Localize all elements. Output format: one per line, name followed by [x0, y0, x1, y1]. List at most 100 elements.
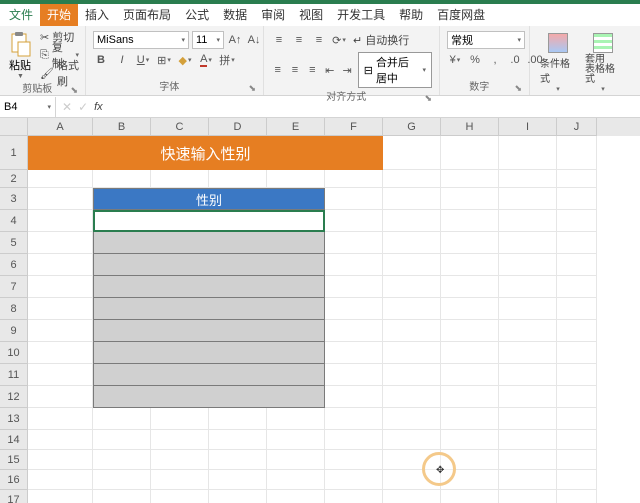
row-header-10[interactable]: 10 — [0, 342, 28, 364]
cell-J4[interactable] — [557, 210, 597, 232]
cell-B14[interactable] — [93, 430, 151, 450]
comma-icon[interactable]: , — [487, 52, 503, 68]
cell-G2[interactable] — [383, 170, 441, 188]
cell-H2[interactable] — [441, 170, 499, 188]
cell-J10[interactable] — [557, 342, 597, 364]
cell-G17[interactable] — [383, 490, 441, 503]
row-header-6[interactable]: 6 — [0, 254, 28, 276]
col-header-C[interactable]: C — [151, 118, 209, 136]
cell-H14[interactable] — [441, 430, 499, 450]
select-all-corner[interactable] — [0, 118, 28, 136]
cell-A5[interactable] — [28, 232, 93, 254]
cell-G5[interactable] — [383, 232, 441, 254]
cell-H5[interactable] — [441, 232, 499, 254]
indent-dec-icon[interactable]: ⇤ — [323, 62, 336, 78]
menu-file[interactable]: 文件 — [2, 4, 40, 26]
row-header-1[interactable]: 1 — [0, 136, 28, 170]
cell-J16[interactable] — [557, 470, 597, 490]
indent-inc-icon[interactable]: ⇥ — [340, 62, 353, 78]
align-bottom-icon[interactable]: ≡ — [311, 32, 327, 48]
wrap-text-button[interactable]: ↵自动换行 — [351, 31, 411, 49]
cell-H10[interactable] — [441, 342, 499, 364]
merge-center-button[interactable]: ⊟合并后居中▾ — [358, 52, 432, 88]
cell-J1[interactable] — [557, 136, 597, 170]
col-header-H[interactable]: H — [441, 118, 499, 136]
underline-button[interactable]: U▾ — [135, 52, 151, 68]
row-header-2[interactable]: 2 — [0, 170, 28, 188]
cell-F6[interactable] — [325, 254, 383, 276]
cell-G3[interactable] — [383, 188, 441, 210]
menu-view[interactable]: 视图 — [292, 4, 330, 26]
border-button[interactable]: ⊞▾ — [156, 52, 172, 68]
cell-J14[interactable] — [557, 430, 597, 450]
cell-F8[interactable] — [325, 298, 383, 320]
cell-C17[interactable] — [151, 490, 209, 503]
cancel-icon[interactable]: ✕ — [62, 100, 72, 114]
cell-D14[interactable] — [209, 430, 267, 450]
col-header-E[interactable]: E — [267, 118, 325, 136]
cell-F11[interactable] — [325, 364, 383, 386]
cell-I8[interactable] — [499, 298, 557, 320]
cell-A2[interactable] — [28, 170, 93, 188]
cell-J12[interactable] — [557, 386, 597, 408]
row-header-16[interactable]: 16 — [0, 470, 28, 490]
row-header-13[interactable]: 13 — [0, 408, 28, 430]
cell-D16[interactable] — [209, 470, 267, 490]
active-cell[interactable] — [93, 210, 325, 232]
cell-D15[interactable] — [209, 450, 267, 470]
cell-C13[interactable] — [151, 408, 209, 430]
accept-icon[interactable]: ✓ — [78, 100, 88, 114]
cell-G14[interactable] — [383, 430, 441, 450]
font-family-select[interactable]: MiSans▾ — [93, 31, 189, 49]
col-header-G[interactable]: G — [383, 118, 441, 136]
table-body-row-9[interactable] — [93, 320, 325, 342]
cell-I17[interactable] — [499, 490, 557, 503]
cell-C14[interactable] — [151, 430, 209, 450]
number-format-select[interactable]: 常规▾ — [447, 31, 525, 49]
cell-A9[interactable] — [28, 320, 93, 342]
menu-help[interactable]: 帮助 — [392, 4, 430, 26]
cell-H1[interactable] — [441, 136, 499, 170]
row-header-14[interactable]: 14 — [0, 430, 28, 450]
cell-J5[interactable] — [557, 232, 597, 254]
col-header-B[interactable]: B — [93, 118, 151, 136]
table-body-row-8[interactable] — [93, 298, 325, 320]
cell-I1[interactable] — [499, 136, 557, 170]
col-header-J[interactable]: J — [557, 118, 597, 136]
cell-G6[interactable] — [383, 254, 441, 276]
row-header-3[interactable]: 3 — [0, 188, 28, 210]
col-header-F[interactable]: F — [325, 118, 383, 136]
name-box[interactable]: B4▾ — [0, 97, 56, 117]
cell-H8[interactable] — [441, 298, 499, 320]
banner-merged-cell[interactable]: 快速输入性别 — [28, 136, 383, 170]
cell-G1[interactable] — [383, 136, 441, 170]
percent-icon[interactable]: % — [467, 52, 483, 68]
table-body-row-6[interactable] — [93, 254, 325, 276]
cell-C15[interactable] — [151, 450, 209, 470]
cell-E13[interactable] — [267, 408, 325, 430]
cell-A17[interactable] — [28, 490, 93, 503]
cell-A15[interactable] — [28, 450, 93, 470]
table-body-row-11[interactable] — [93, 364, 325, 386]
cell-F2[interactable] — [325, 170, 383, 188]
cell-G7[interactable] — [383, 276, 441, 298]
cell-D13[interactable] — [209, 408, 267, 430]
table-body-row-5[interactable] — [93, 232, 325, 254]
align-middle-icon[interactable]: ≡ — [291, 32, 307, 48]
cell-F10[interactable] — [325, 342, 383, 364]
cell-A14[interactable] — [28, 430, 93, 450]
cell-H6[interactable] — [441, 254, 499, 276]
cell-A3[interactable] — [28, 188, 93, 210]
cell-I16[interactable] — [499, 470, 557, 490]
cell-F16[interactable] — [325, 470, 383, 490]
cell-F17[interactable] — [325, 490, 383, 503]
cell-J6[interactable] — [557, 254, 597, 276]
col-header-I[interactable]: I — [499, 118, 557, 136]
align-center-icon[interactable]: ≡ — [288, 62, 301, 78]
fill-color-button[interactable]: ◆▾ — [177, 52, 193, 68]
menu-home[interactable]: 开始 — [40, 4, 78, 26]
cell-C16[interactable] — [151, 470, 209, 490]
cell-H11[interactable] — [441, 364, 499, 386]
cell-E14[interactable] — [267, 430, 325, 450]
align-launcher[interactable]: ⬊ — [424, 91, 432, 105]
